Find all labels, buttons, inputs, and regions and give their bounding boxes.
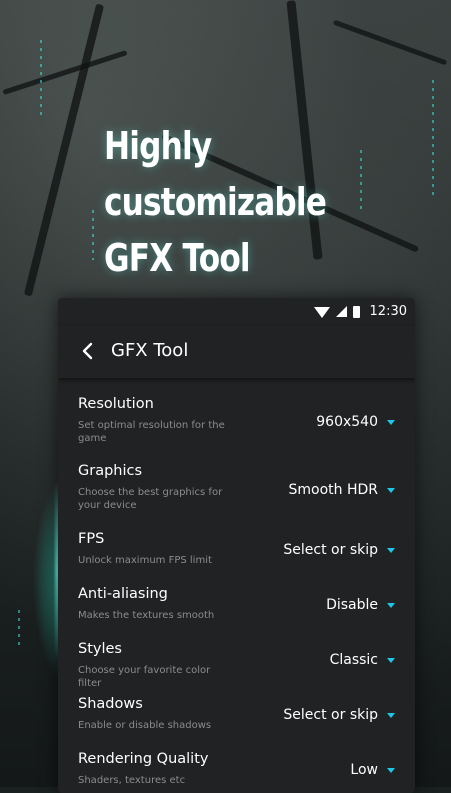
glow-particle-line xyxy=(40,40,42,120)
battery-icon xyxy=(352,305,360,318)
setting-label: Rendering Quality xyxy=(78,751,209,767)
dropdown-value: Classic xyxy=(329,652,378,668)
dropdown-value: Smooth HDR xyxy=(288,482,378,498)
setting-description: Makes the textures smooth xyxy=(78,610,215,621)
setting-label: Resolution xyxy=(78,396,154,412)
page-title: GFX Tool xyxy=(111,340,189,361)
wifi-icon xyxy=(313,307,330,318)
setting-label: FPS xyxy=(78,531,105,547)
back-arrow-icon[interactable] xyxy=(80,342,96,360)
setting-description: Choose the best graphics for your device xyxy=(78,487,223,511)
headline-line-2: GFX Tool xyxy=(104,236,251,280)
setting-description: Enable or disable shadows xyxy=(78,720,212,731)
headline-line-1: Highly customizable xyxy=(104,124,327,224)
setting-row-fps[interactable]: FPS Unlock maximum FPS limit Select or s… xyxy=(58,523,415,578)
app-toolbar: GFX Tool xyxy=(58,326,415,378)
dropdown-caret-icon xyxy=(387,419,395,425)
dropdown-caret-icon xyxy=(387,602,395,608)
glow-particle-line xyxy=(92,210,94,260)
dropdown-caret-icon xyxy=(387,657,395,663)
setting-row-resolution[interactable]: Resolution Set optimal resolution for th… xyxy=(58,388,415,455)
setting-row-shadows[interactable]: Shadows Enable or disable shadows Select… xyxy=(58,688,415,743)
dropdown-value: Select or skip xyxy=(283,542,378,558)
setting-dropdown[interactable]: Classic xyxy=(330,652,395,668)
dropdown-value: Low xyxy=(350,762,378,778)
glow-particle-line xyxy=(432,80,434,200)
dropdown-caret-icon xyxy=(387,547,395,553)
setting-label: Styles xyxy=(78,641,122,657)
status-bar: 12:30 xyxy=(58,298,415,326)
setting-dropdown[interactable]: 960x540 xyxy=(316,414,395,430)
setting-label: Shadows xyxy=(78,696,143,712)
setting-description: Choose your favorite color filter xyxy=(78,665,211,689)
setting-row-anti-aliasing[interactable]: Anti-aliasing Makes the textures smooth … xyxy=(58,578,415,633)
dropdown-caret-icon xyxy=(387,487,395,493)
setting-row-rendering-quality[interactable]: Rendering Quality Shaders, textures etc … xyxy=(58,743,415,793)
setting-label: Graphics xyxy=(78,463,143,479)
dropdown-caret-icon xyxy=(387,767,395,773)
setting-row-graphics[interactable]: Graphics Choose the best graphics for yo… xyxy=(58,455,415,523)
setting-dropdown[interactable]: Select or skip xyxy=(283,707,395,723)
dropdown-caret-icon xyxy=(387,712,395,718)
setting-dropdown[interactable]: Disable xyxy=(326,597,395,613)
setting-row-styles[interactable]: Styles Choose your favorite color filter… xyxy=(58,633,415,689)
signal-icon xyxy=(335,306,347,317)
glow-particle-line xyxy=(18,610,20,650)
setting-description: Set optimal resolution for the game xyxy=(78,420,225,444)
setting-label: Anti-aliasing xyxy=(78,586,168,602)
status-time: 12:30 xyxy=(369,304,407,319)
settings-container: Resolution Set optimal resolution for th… xyxy=(58,388,415,793)
dropdown-value: Select or skip xyxy=(283,707,378,723)
dropdown-value: 960x540 xyxy=(316,414,378,430)
setting-dropdown[interactable]: Smooth HDR xyxy=(288,482,395,498)
setting-dropdown[interactable]: Low xyxy=(350,762,395,778)
setting-dropdown[interactable]: Select or skip xyxy=(283,542,395,558)
dropdown-value: Disable xyxy=(326,597,378,613)
status-icons: 12:30 xyxy=(313,304,407,319)
setting-description: Shaders, textures etc xyxy=(78,775,186,786)
setting-description: Unlock maximum FPS limit xyxy=(78,555,212,566)
promo-headline: Highly customizable GFX Tool xyxy=(104,118,389,286)
